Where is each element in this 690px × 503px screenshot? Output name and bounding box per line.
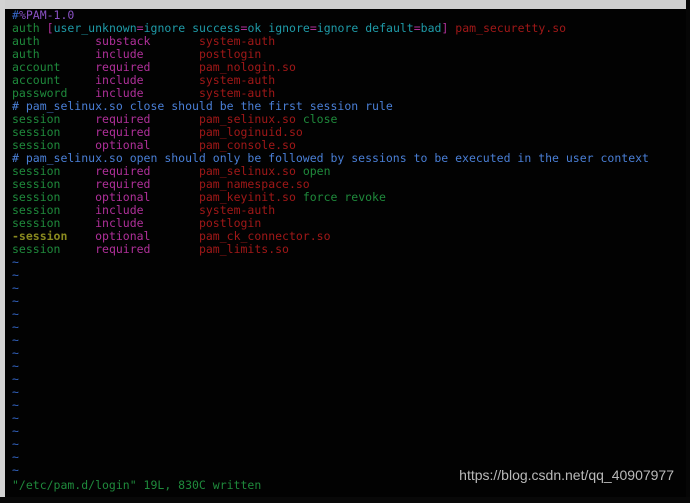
param-equals: =	[309, 21, 317, 35]
pam-field: session	[12, 216, 96, 230]
param-value: ok	[247, 21, 262, 35]
pam-control: required	[95, 60, 199, 74]
pam-field: session	[12, 164, 96, 178]
pam-module: pam_ck_connector.so	[198, 229, 331, 243]
pam-control: required	[95, 242, 199, 256]
empty-line-tilde: ~	[12, 320, 19, 334]
pam-control: required	[95, 125, 199, 139]
empty-line-tilde: ~	[12, 281, 19, 295]
pam-module: system-auth	[198, 86, 276, 100]
pam-field: session	[12, 203, 96, 217]
pam-module: pam_securetty.so	[448, 21, 567, 35]
pam-module-args: open	[295, 164, 331, 178]
pam-control: required	[95, 164, 199, 178]
param-value: ignore	[143, 21, 186, 35]
empty-line-tilde: ~	[12, 346, 19, 360]
param-value: ignore	[316, 21, 359, 35]
empty-line-tilde: ~	[12, 268, 19, 282]
pam-module: system-auth	[198, 34, 276, 48]
window-frame-right	[686, 0, 690, 503]
pam-control: include	[95, 216, 199, 230]
pam-field: account	[12, 73, 96, 87]
pam-control: optional	[95, 138, 199, 152]
pam-module: pam_selinux.so	[198, 112, 296, 126]
empty-line-tilde: ~	[12, 411, 19, 425]
pam-module: postlogin	[198, 216, 262, 230]
bracket-open: [	[46, 21, 54, 35]
empty-line-tilde: ~	[12, 255, 19, 269]
param-key: success	[192, 21, 241, 35]
pam-module: pam_selinux.so	[198, 164, 296, 178]
pam-control: include	[95, 86, 199, 100]
code-line[interactable]: session required pam_limits.so	[5, 243, 686, 256]
pam-field: password	[12, 86, 96, 100]
empty-line-tilde: ~	[12, 294, 19, 308]
pam-module: system-auth	[198, 73, 276, 87]
pam-module-args: force revoke	[295, 190, 386, 204]
pam-control: required	[95, 177, 199, 191]
pam-field: account	[12, 60, 96, 74]
screenshot-root: #%PAM-1.0 auth [user_unknown=ignore succe…	[0, 0, 690, 503]
param-equals: =	[136, 21, 144, 35]
pam-module: pam_console.so	[198, 138, 296, 152]
pam-module: pam_limits.so	[198, 242, 289, 256]
pam-control: include	[95, 73, 199, 87]
pam-control: substack	[95, 34, 199, 48]
pam-field: session	[12, 190, 96, 204]
empty-line-tilde: ~	[12, 372, 19, 386]
pam-field: -session	[12, 229, 96, 243]
empty-line-tilde: ~	[12, 359, 19, 373]
pam-field: session	[12, 112, 96, 126]
pam-field: session	[12, 138, 96, 152]
terminal-window[interactable]: #%PAM-1.0 auth [user_unknown=ignore succe…	[5, 9, 686, 497]
pam-module: system-auth	[198, 203, 276, 217]
vim-text-buffer[interactable]: #%PAM-1.0 auth [user_unknown=ignore succe…	[5, 9, 686, 477]
param-key: ignore	[268, 21, 310, 35]
comment-text: # pam_selinux.so close should be the fir…	[12, 99, 393, 113]
empty-line-tilde: ~	[12, 307, 19, 321]
pam-control: include	[95, 47, 199, 61]
pam-module: pam_nologin.so	[198, 60, 296, 74]
pam-control: optional	[95, 229, 199, 243]
pam-field: session	[12, 177, 96, 191]
empty-line-tilde: ~	[12, 333, 19, 347]
empty-line-tilde: ~	[12, 385, 19, 399]
window-frame-bottom	[0, 497, 690, 503]
pam-field: session	[12, 242, 96, 256]
pam-module: pam_loginuid.so	[198, 125, 303, 139]
empty-line-tilde: ~	[12, 398, 19, 412]
pam-field: auth	[12, 21, 47, 35]
pam-control: required	[95, 112, 199, 126]
pam-module: pam_keyinit.so	[198, 190, 296, 204]
pam-field: auth	[12, 34, 96, 48]
watermark-text: https://blog.csdn.net/qq_40907977	[459, 467, 674, 483]
pam-control: include	[95, 203, 199, 217]
pam-field: auth	[12, 47, 96, 61]
empty-line-tilde: ~	[12, 424, 19, 438]
pam-field: session	[12, 125, 96, 139]
param-value: bad	[420, 21, 442, 35]
pam-module: pam_namespace.so	[198, 177, 310, 191]
pam-module: postlogin	[198, 47, 262, 61]
comment-text: # pam_selinux.so open should only be fol…	[12, 151, 649, 165]
window-frame-top	[0, 0, 690, 9]
param-key: user_unknown	[53, 21, 137, 35]
param-key: default	[365, 21, 414, 35]
pam-control: optional	[95, 190, 199, 204]
empty-line-tilde: ~	[12, 450, 19, 464]
pam-module-args: close	[295, 112, 338, 126]
empty-line-tilde: ~	[12, 437, 19, 451]
param-equals: =	[413, 21, 421, 35]
